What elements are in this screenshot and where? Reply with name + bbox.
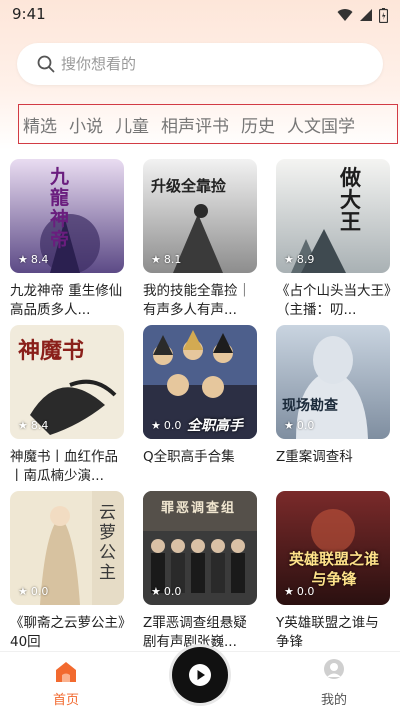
cover-title: 神魔书 [18, 338, 85, 364]
cover-image: 升级全靠捡 ★ 8.1 [143, 159, 257, 273]
card-title: Y英雄联盟之谁与争锋 [276, 615, 379, 650]
cover-title: 做大王 [340, 165, 361, 234]
star-icon: ★ [151, 253, 161, 266]
card-title: Z重案调查科 [276, 449, 353, 465]
cover-image: 云萝公主 ★ 0.0 [10, 491, 124, 605]
star-icon: ★ [151, 419, 161, 432]
card-title: 我的技能全靠捡｜有声多人有声... [143, 283, 251, 318]
cover-title: 升级全靠捡 [151, 177, 227, 195]
search-icon [37, 55, 55, 73]
profile-icon [324, 659, 344, 679]
rating-value: 8.4 [30, 253, 49, 266]
cellular-signal-icon [360, 9, 372, 21]
cover-title: 罪恶调查组 [161, 501, 237, 516]
cover-title: 现场勘查 [282, 398, 338, 414]
tab-children[interactable]: 儿童 [115, 112, 149, 137]
rating-value: 0.0 [163, 585, 182, 598]
search-input[interactable] [61, 43, 361, 85]
rating-value: 0.0 [296, 585, 315, 598]
audiobook-card[interactable]: 全职高手 ★ 0.0 Q全职高手合集 [143, 325, 257, 467]
audiobook-card[interactable]: 九龍神帝 ★ 8.4 九龙神帝 重生修仙 高品质多人... [10, 159, 124, 320]
nav-me[interactable]: 我的 [294, 652, 374, 712]
star-icon: ★ [151, 585, 161, 598]
audiobook-card[interactable]: 做大王 ★ 8.9 《占个山头当大王》（主播：叨... [276, 159, 391, 320]
cover-image: 现场勘查 ★ 0.0 [276, 325, 390, 439]
rating: ★ 8.1 [151, 253, 181, 266]
nav-home[interactable]: 首页 [26, 652, 106, 712]
nav-home-label: 首页 [52, 693, 79, 708]
nav-me-label: 我的 [320, 693, 347, 708]
wifi-icon [337, 9, 353, 21]
rating-value: 8.4 [30, 419, 49, 432]
cover-title: 云萝公主 [99, 503, 116, 583]
rating-value: 8.1 [163, 253, 182, 266]
rating-value: 0.0 [296, 419, 315, 432]
tab-crosstalk-storytelling[interactable]: 相声评书 [161, 112, 229, 137]
cover-image: 全职高手 ★ 0.0 [143, 325, 257, 439]
rating: ★ 0.0 [284, 419, 314, 432]
category-tabs: 精选 小说 儿童 相声评书 历史 人文国学 [18, 104, 398, 144]
tab-featured[interactable]: 精选 [23, 112, 57, 137]
audiobook-card[interactable]: 升级全靠捡 ★ 8.1 我的技能全靠捡｜有声多人有声... [143, 159, 257, 320]
card-title: 九龙神帝 重生修仙 高品质多人... [10, 283, 123, 318]
rating: ★ 0.0 [151, 585, 181, 598]
star-icon: ★ [18, 419, 28, 432]
cover-title: 英雄联盟之谁与争锋 [288, 550, 379, 588]
status-bar: 9:41 [0, 0, 400, 30]
cover-image: 英雄联盟之谁与争锋 ★ 0.0 [276, 491, 390, 605]
cover-image: 九龍神帝 ★ 8.4 [10, 159, 124, 273]
status-time: 9:41 [12, 5, 46, 23]
rating: ★ 0.0 [18, 585, 48, 598]
card-title: 神魔书丨血红作品丨南瓜楠少演... [10, 449, 118, 484]
star-icon: ★ [284, 253, 294, 266]
tab-history[interactable]: 历史 [241, 112, 275, 137]
audiobook-card[interactable]: 云萝公主 ★ 0.0 《聊斋之云萝公主》40回 [10, 491, 125, 652]
rating: ★ 8.4 [18, 419, 48, 432]
card-title: Q全职高手合集 [143, 449, 235, 465]
battery-icon [379, 7, 388, 23]
play-icon [189, 664, 211, 686]
audiobook-card[interactable]: 现场勘查 ★ 0.0 Z重案调查科 [276, 325, 390, 467]
rating-value: 0.0 [163, 419, 182, 432]
status-icons [337, 7, 388, 23]
rating: ★ 0.0 [151, 419, 181, 432]
star-icon: ★ [284, 419, 294, 432]
cover-image: 罪恶调查组 ★ 0.0 [143, 491, 257, 605]
star-icon: ★ [284, 585, 294, 598]
cover-title: 全职高手 [187, 418, 243, 434]
rating-value: 8.9 [296, 253, 315, 266]
audiobook-card[interactable]: 罪恶调查组 ★ 0.0 Z罪恶调查组悬疑剧有声剧张巍... [143, 491, 257, 652]
home-icon [56, 662, 76, 682]
star-icon: ★ [18, 585, 28, 598]
star-icon: ★ [18, 253, 28, 266]
cover-image: 神魔书 ★ 8.4 [10, 325, 124, 439]
rating: ★ 8.4 [18, 253, 48, 266]
player-button[interactable] [172, 647, 228, 703]
audiobook-card[interactable]: 英雄联盟之谁与争锋 ★ 0.0 Y英雄联盟之谁与争锋 [276, 491, 390, 652]
audiobook-card[interactable]: 神魔书 ★ 8.4 神魔书丨血红作品丨南瓜楠少演... [10, 325, 124, 486]
cover-title: 九龍神帝 [50, 166, 70, 251]
tab-humanities[interactable]: 人文国学 [287, 112, 355, 137]
rating: ★ 0.0 [284, 585, 314, 598]
card-title: 《聊斋之云萝公主》40回 [10, 615, 125, 650]
tab-novel[interactable]: 小说 [69, 112, 103, 137]
rating: ★ 8.9 [284, 253, 314, 266]
cover-image: 做大王 ★ 8.9 [276, 159, 390, 273]
search-bar[interactable] [17, 43, 383, 85]
card-title: 《占个山头当大王》（主播：叨... [276, 283, 391, 318]
rating-value: 0.0 [30, 585, 49, 598]
